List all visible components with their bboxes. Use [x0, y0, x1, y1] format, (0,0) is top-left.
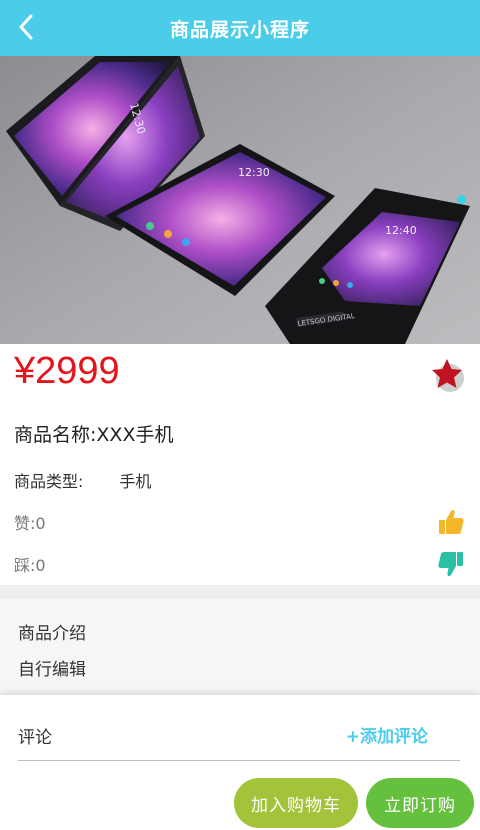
product-type-value: 手机: [119, 472, 152, 491]
carousel-indicator-dot[interactable]: [457, 195, 466, 204]
dislike-row: 踩:0: [14, 549, 466, 579]
chevron-left-icon: [19, 14, 33, 40]
page-title: 商品展示小程序: [169, 18, 310, 41]
star-icon: [432, 359, 464, 392]
dislike-label: 踩:: [14, 556, 36, 575]
intro-text: 自行编辑: [18, 660, 86, 680]
comment-divider: [18, 760, 460, 761]
like-text: 赞:0: [14, 510, 46, 534]
product-price: ¥2999: [14, 350, 120, 392]
header-bar: 商品展示小程序: [0, 0, 480, 56]
like-row: 赞:0: [14, 507, 466, 537]
product-name-row: 商品名称:XXX手机: [14, 420, 173, 447]
intro-title: 商品介绍: [18, 624, 86, 644]
dislike-count: 0: [35, 556, 46, 575]
back-button[interactable]: [12, 12, 40, 42]
svg-text:12:30: 12:30: [238, 166, 270, 179]
comment-label: 评论: [18, 728, 52, 748]
add-to-cart-button[interactable]: 加入购物车: [234, 778, 358, 828]
product-type-row: 商品类型: 手机: [14, 468, 151, 492]
product-intro-section: 商品介绍 自行编辑: [0, 599, 480, 695]
product-image-carousel[interactable]: 12:30 12:30 12:40 LETSGO DIGITAL: [0, 56, 480, 344]
product-type-label: 商品类型:: [14, 472, 84, 491]
dislike-text: 踩:0: [14, 552, 46, 576]
buy-now-button[interactable]: 立即订购: [366, 778, 474, 828]
product-photo: 12:30 12:30 12:40 LETSGO DIGITAL: [0, 56, 480, 344]
svg-text:12:40: 12:40: [385, 224, 417, 237]
like-label: 赞:: [14, 514, 36, 533]
product-name-value: XXX手机: [96, 424, 174, 446]
product-name-label: 商品名称:: [14, 424, 97, 446]
add-comment-button[interactable]: +添加评论: [346, 722, 428, 747]
thumbs-down-icon[interactable]: [436, 549, 466, 579]
thumbs-up-icon[interactable]: [436, 507, 466, 537]
favorite-button[interactable]: [430, 357, 466, 393]
section-divider: [0, 585, 480, 599]
like-count: 0: [35, 514, 46, 533]
